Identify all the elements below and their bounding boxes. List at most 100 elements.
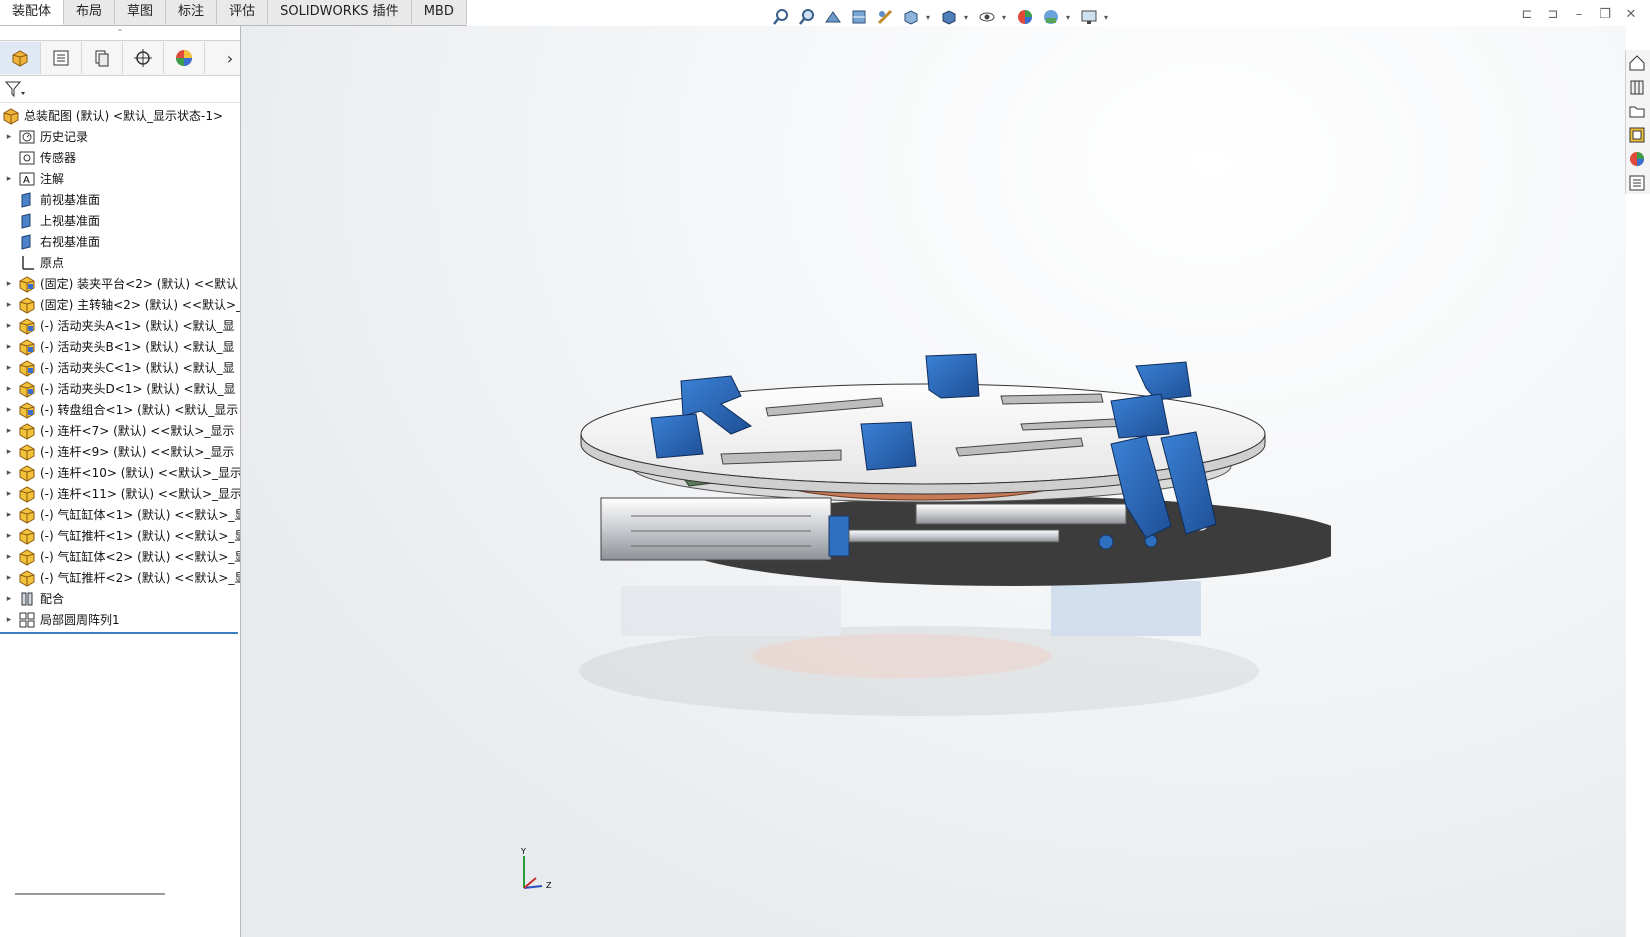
chevron-right-icon[interactable]: › <box>220 49 240 68</box>
chevron-down-icon[interactable]: ▾ <box>926 6 934 28</box>
hide-show-items-icon[interactable] <box>976 6 998 28</box>
tree-item[interactable]: ▸ (-) 活动夹头B<1> (默认) <默认_显 <box>0 336 240 357</box>
expand-arrow-icon[interactable]: ▸ <box>0 174 18 184</box>
filter-icon <box>4 81 25 98</box>
tree-filter[interactable] <box>0 76 240 103</box>
custom-properties-icon[interactable] <box>1626 172 1648 194</box>
tree-item[interactable]: ▸ (-) 连杆<10> (默认) <<默认>_显示 <box>0 462 240 483</box>
tree-item[interactable]: ▸ (-) 气缸推杆<2> (默认) <<默认>_显 <box>0 567 240 588</box>
tree-item[interactable]: 传感器 <box>0 147 240 168</box>
tile-right-icon[interactable]: ⊐ <box>1544 6 1562 24</box>
tab-6[interactable]: MBD <box>412 0 467 24</box>
expand-arrow-icon[interactable]: ▸ <box>0 468 18 478</box>
part-icon <box>18 527 36 545</box>
dynamic-annotation-icon[interactable] <box>874 6 896 28</box>
tree-item[interactable]: ▸ (-) 活动夹头C<1> (默认) <默认_显 <box>0 357 240 378</box>
minimize-icon[interactable]: – <box>1570 6 1588 24</box>
part-icon <box>18 443 36 461</box>
expand-arrow-icon[interactable]: ▸ <box>0 447 18 457</box>
zoom-to-fit-icon[interactable] <box>770 6 792 28</box>
expand-arrow-icon[interactable]: ▸ <box>0 510 18 520</box>
chevron-down-icon[interactable]: ▾ <box>1066 6 1074 28</box>
close-icon[interactable]: ✕ <box>1622 6 1640 24</box>
floor-reflection <box>579 581 1259 716</box>
part-icon <box>18 548 36 566</box>
apply-scene-icon[interactable] <box>1040 6 1062 28</box>
tab-0[interactable]: 装配体 <box>0 0 65 25</box>
graphics-area[interactable]: Y Z <box>241 26 1626 937</box>
displaymanager-tab[interactable] <box>164 42 205 74</box>
tree-item[interactable]: ▸ (-) 气缸缸体<2> (默认) <<默认>_显 <box>0 546 240 567</box>
tree-root[interactable]: 总装配图 (默认) <默认_显示状态-1> <box>0 105 240 126</box>
expand-arrow-icon[interactable]: ▸ <box>0 384 18 394</box>
configurationmanager-tab[interactable] <box>82 42 123 74</box>
tree-item[interactable]: ▸ A 注解 <box>0 168 240 189</box>
tree-item-label: (固定) 主转轴<2> (默认) <<默认>_ <box>40 298 240 312</box>
tree-item[interactable]: ▸ (固定) 主转轴<2> (默认) <<默认>_ <box>0 294 240 315</box>
displaymanager-icon <box>176 50 192 66</box>
tab-2[interactable]: 草图 <box>115 0 167 24</box>
tree-item[interactable]: ▸ (-) 连杆<7> (默认) <<默认>_显示 <box>0 420 240 441</box>
restore-icon[interactable]: ❐ <box>1596 6 1614 24</box>
view-orientation-icon[interactable] <box>900 6 922 28</box>
tab-3[interactable]: 标注 <box>166 0 218 24</box>
tree-item[interactable]: ▸ (-) 气缸推杆<1> (默认) <<默认>_显 <box>0 525 240 546</box>
dimxpertmanager-tab[interactable] <box>123 42 164 74</box>
triad-z-label: Z <box>546 881 552 890</box>
tree-item[interactable]: 前视基准面 <box>0 189 240 210</box>
tree-item[interactable]: ▸ (-) 气缸缸体<1> (默认) <<默认>_显 <box>0 504 240 525</box>
tree-item-label: 前视基准面 <box>40 193 101 207</box>
tile-left-icon[interactable]: ⊏ <box>1518 6 1536 24</box>
tree-item[interactable]: 原点 <box>0 252 240 273</box>
expand-arrow-icon[interactable]: ▸ <box>0 279 18 289</box>
display-style-icon[interactable] <box>938 6 960 28</box>
tab-1[interactable]: 布局 <box>64 0 116 24</box>
tree-item[interactable]: ▸ (-) 活动夹头A<1> (默认) <默认_显 <box>0 315 240 336</box>
tree-item-label: (-) 转盘组合<1> (默认) <默认_显示 <box>40 403 239 417</box>
file-explorer-icon[interactable] <box>1626 100 1648 122</box>
expand-arrow-icon[interactable]: ▸ <box>0 552 18 562</box>
tree-item[interactable]: ▸ (固定) 装夹平台<2> (默认) <<默认 <box>0 273 240 294</box>
expand-arrow-icon[interactable]: ▸ <box>0 594 18 604</box>
tree-item[interactable]: 右视基准面 <box>0 231 240 252</box>
expand-arrow-icon[interactable]: ▸ <box>0 426 18 436</box>
assembly-icon <box>18 401 36 419</box>
panel-collapse-handle[interactable]: ⌃ <box>0 26 240 40</box>
dimxpertmanager-icon <box>134 49 152 67</box>
tree-item[interactable]: 上视基准面 <box>0 210 240 231</box>
expand-arrow-icon[interactable]: ▸ <box>0 321 18 331</box>
expand-arrow-icon[interactable]: ▸ <box>0 132 18 142</box>
tree-item[interactable]: ▸ (-) 连杆<11> (默认) <<默认>_显示 <box>0 483 240 504</box>
expand-arrow-icon[interactable]: ▸ <box>0 573 18 583</box>
tree-item[interactable]: ▸ (-) 活动夹头D<1> (默认) <默认_显 <box>0 378 240 399</box>
chevron-down-icon[interactable]: ▾ <box>1104 6 1112 28</box>
view-settings-icon[interactable] <box>1078 6 1100 28</box>
appearances-icon[interactable] <box>1626 148 1648 170</box>
expand-arrow-icon[interactable]: ▸ <box>0 615 18 625</box>
section-view-icon[interactable] <box>848 6 870 28</box>
zoom-to-area-icon[interactable] <box>796 6 818 28</box>
expand-arrow-icon[interactable]: ▸ <box>0 489 18 499</box>
expand-arrow-icon[interactable]: ▸ <box>0 342 18 352</box>
tree-item[interactable]: ▸ 配合 <box>0 588 240 609</box>
expand-arrow-icon[interactable]: ▸ <box>0 531 18 541</box>
chevron-down-icon[interactable]: ▾ <box>964 6 972 28</box>
propertymanager-tab[interactable] <box>41 42 82 74</box>
featuremanager-tab[interactable] <box>0 42 41 74</box>
tree-item[interactable]: ▸ 历史记录 <box>0 126 240 147</box>
view-palette-icon[interactable] <box>1626 124 1648 146</box>
horizontal-scrollbar[interactable] <box>15 893 165 895</box>
solidworks-resources-icon[interactable] <box>1626 52 1648 74</box>
previous-view-icon[interactable] <box>822 6 844 28</box>
expand-arrow-icon[interactable]: ▸ <box>0 363 18 373</box>
tree-item[interactable]: ▸ (-) 转盘组合<1> (默认) <默认_显示 <box>0 399 240 420</box>
chevron-down-icon[interactable]: ▾ <box>1002 6 1010 28</box>
design-library-icon[interactable] <box>1626 76 1648 98</box>
tab-5[interactable]: SOLIDWORKS 插件 <box>268 0 412 24</box>
tree-item[interactable]: ▸ 局部圆周阵列1 <box>0 609 240 630</box>
expand-arrow-icon[interactable]: ▸ <box>0 405 18 415</box>
tree-item[interactable]: ▸ (-) 连杆<9> (默认) <<默认>_显示 <box>0 441 240 462</box>
edit-appearance-icon[interactable] <box>1014 6 1036 28</box>
tab-4[interactable]: 评估 <box>217 0 269 24</box>
expand-arrow-icon[interactable]: ▸ <box>0 300 18 310</box>
